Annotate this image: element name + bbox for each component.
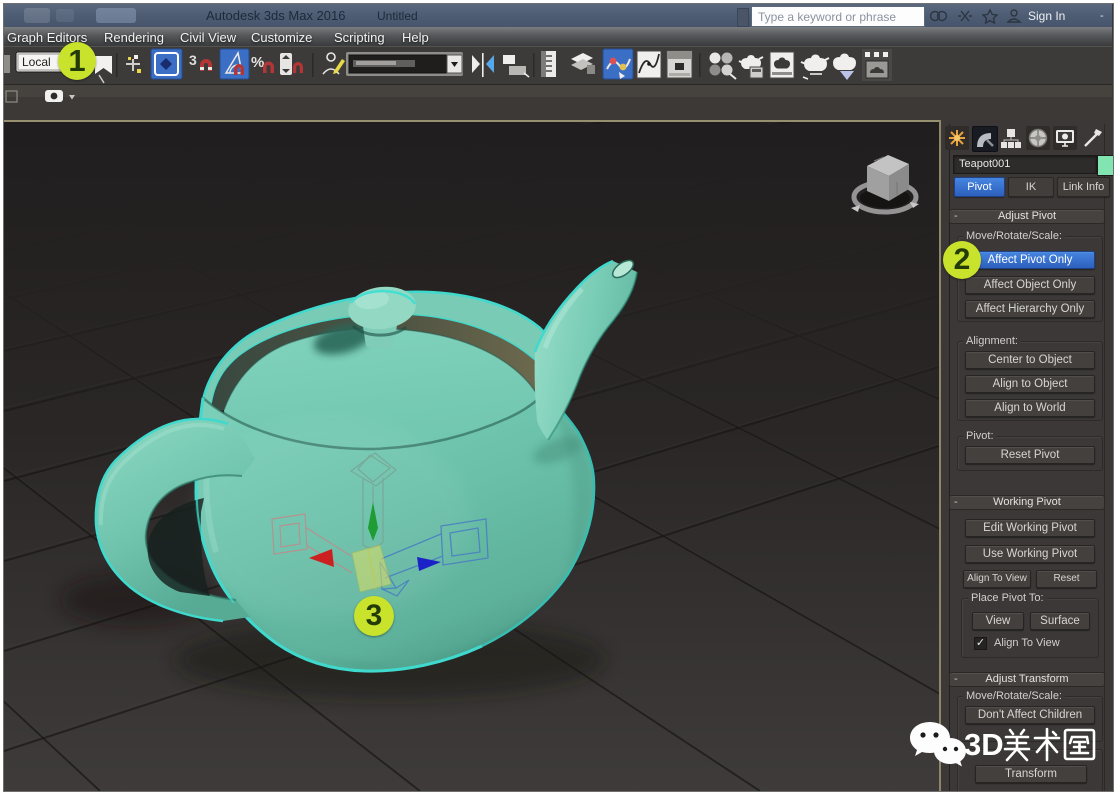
svg-text:%: % xyxy=(251,54,264,71)
svg-text:Local: Local xyxy=(22,55,51,69)
svg-text:Sign In: Sign In xyxy=(1028,9,1065,23)
svg-text:3: 3 xyxy=(189,52,197,68)
svg-text:-: - xyxy=(1100,10,1104,22)
svg-text:3D: 3D xyxy=(964,727,1004,762)
